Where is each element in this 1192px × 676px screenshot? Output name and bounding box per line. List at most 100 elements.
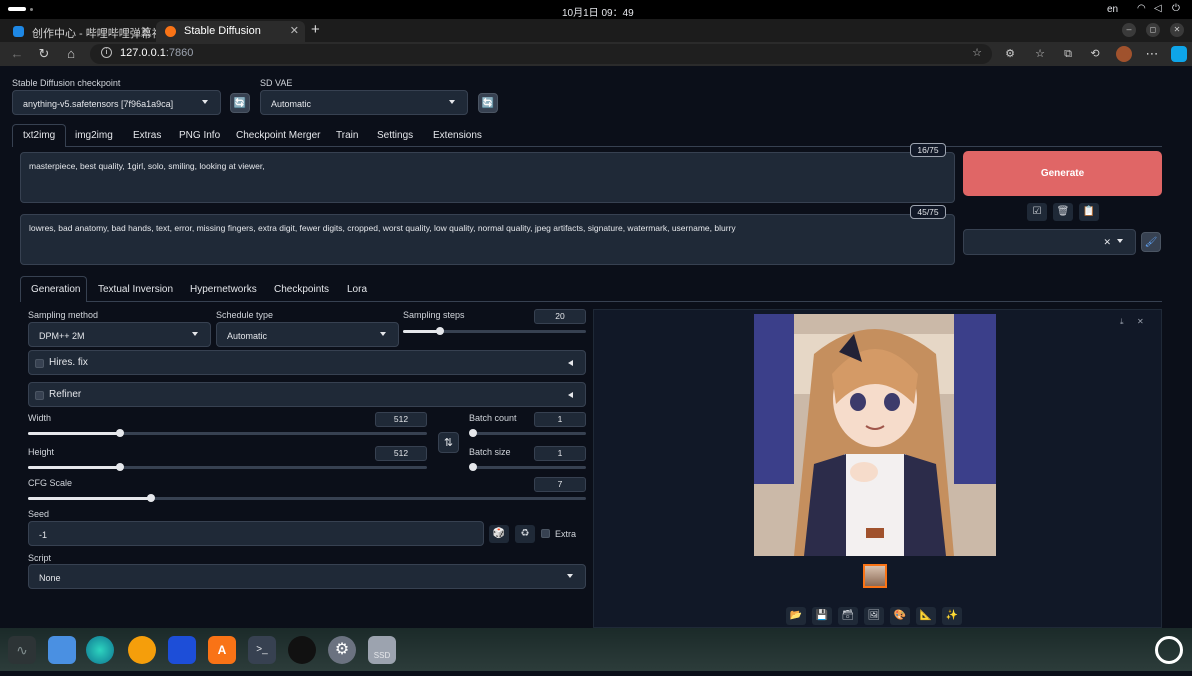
window-close-icon[interactable]: ✕ <box>1170 23 1184 37</box>
batch-count-slider[interactable] <box>469 429 586 437</box>
rhythmbox-icon[interactable] <box>128 636 156 664</box>
clock[interactable]: 10月1日 09：49 <box>562 4 634 19</box>
power-icon[interactable]: ⏻ <box>1172 3 1180 14</box>
tab-checkpoint-merger[interactable]: Checkpoint Merger <box>236 130 320 141</box>
trash-icon[interactable]: 🗑 <box>1053 203 1073 221</box>
system-monitor-icon[interactable]: ∿ <box>8 636 36 664</box>
tab-textual-inversion[interactable]: Textual Inversion <box>98 284 173 295</box>
history-icon[interactable]: ⟲ <box>1086 45 1104 63</box>
script-dropdown[interactable]: None <box>28 564 586 589</box>
collections-icon[interactable]: ⧉ <box>1059 45 1077 63</box>
home-icon[interactable]: ⌂ <box>62 45 80 63</box>
activities-indicator[interactable] <box>8 7 26 11</box>
qq-penguin-icon[interactable] <box>288 636 316 664</box>
batch-size-slider[interactable] <box>469 463 586 471</box>
tab-stable-diffusion[interactable]: Stable Diffusion ✕ <box>156 21 305 42</box>
prompt-input[interactable]: masterpiece, best quality, 1girl, solo, … <box>20 152 955 203</box>
tab-png-info[interactable]: PNG Info <box>179 130 220 141</box>
schedule-type-dropdown[interactable]: Automatic <box>216 322 399 347</box>
writer-icon[interactable] <box>168 636 196 664</box>
tab-extras[interactable]: Extras <box>133 130 161 141</box>
random-seed-dice-icon[interactable]: 🎲 <box>489 525 509 543</box>
send-to-inpaint-icon[interactable]: 🎨 <box>890 607 910 625</box>
tab-lora[interactable]: Lora <box>347 284 367 295</box>
sampling-method-dropdown[interactable]: DPM++ 2M <box>28 322 211 347</box>
reload-icon[interactable]: ↻ <box>35 45 53 63</box>
generate-button[interactable]: Generate <box>963 151 1162 196</box>
generated-image[interactable] <box>754 314 996 556</box>
reuse-seed-recycle-icon[interactable]: ♻ <box>515 525 535 543</box>
tab-txt2img[interactable]: txt2img <box>23 130 55 141</box>
back-icon[interactable]: ← <box>8 45 26 63</box>
open-folder-icon[interactable]: 📂 <box>786 607 806 625</box>
batch-size-input[interactable]: 1 <box>534 446 586 461</box>
tab-settings[interactable]: Settings <box>377 130 413 141</box>
slider-handle[interactable] <box>469 429 477 437</box>
close-icon[interactable]: ✕ <box>141 24 150 37</box>
terminal-icon[interactable]: >_ <box>248 636 276 664</box>
maximize-icon[interactable]: ◻ <box>1146 23 1160 37</box>
send-to-img2img-icon[interactable]: 🖼 <box>864 607 884 625</box>
volume-icon[interactable]: ◁ <box>1154 3 1162 14</box>
height-slider[interactable] <box>28 463 427 471</box>
upscale-sparkle-icon[interactable]: ✨ <box>942 607 962 625</box>
cfg-scale-input[interactable]: 7 <box>534 477 586 492</box>
slider-handle[interactable] <box>146 494 155 502</box>
save-icon[interactable]: 💾 <box>812 607 832 625</box>
app-center-icon[interactable]: A <box>208 636 236 664</box>
ssd-drive-icon[interactable]: SSD <box>368 636 396 664</box>
vae-dropdown[interactable]: Automatic <box>260 90 468 115</box>
slider-handle[interactable] <box>435 327 444 335</box>
tab-img2img[interactable]: img2img <box>75 130 113 141</box>
checkpoint-dropdown[interactable]: anything-v5.safetensors [7f96a1a9ca] <box>12 90 221 115</box>
read-params-icon[interactable]: ☑ <box>1027 203 1047 221</box>
negative-prompt-input[interactable]: lowres, bad anatomy, bad hands, text, er… <box>20 214 955 265</box>
new-tab-button[interactable]: + <box>311 21 320 38</box>
profile-avatar[interactable] <box>1116 46 1132 62</box>
refresh-checkpoint-button[interactable]: 🔄 <box>230 93 250 113</box>
copilot-icon[interactable] <box>1171 46 1187 62</box>
height-input[interactable]: 512 <box>375 446 427 461</box>
files-icon[interactable] <box>48 636 76 664</box>
slider-handle[interactable] <box>469 463 477 471</box>
favorite-star-icon[interactable]: ☆ <box>972 46 982 59</box>
slider-handle[interactable] <box>115 429 124 437</box>
width-slider[interactable] <box>28 429 427 437</box>
address-field[interactable]: i 127.0.0.1:7860 ☆ <box>90 44 992 64</box>
tab-checkpoints[interactable]: Checkpoints <box>274 284 329 295</box>
tab-train[interactable]: Train <box>336 130 358 141</box>
wifi-icon[interactable]: ◠ <box>1137 3 1146 14</box>
swap-dimensions-button[interactable]: ⇅ <box>438 432 459 453</box>
close-icon[interactable]: ✕ <box>290 24 299 37</box>
clear-icon[interactable]: ✕ <box>1103 237 1111 248</box>
styles-dropdown[interactable]: ✕ <box>963 229 1136 255</box>
edit-styles-brush-icon[interactable]: 🖌 <box>1141 232 1161 252</box>
image-thumbnail[interactable] <box>863 564 887 588</box>
tab-extensions[interactable]: Extensions <box>433 130 482 141</box>
hires-fix-accordion[interactable]: Hires. fix <box>28 350 586 375</box>
info-icon[interactable]: i <box>101 47 112 58</box>
tab-generation[interactable]: Generation <box>31 284 80 295</box>
sampling-steps-input[interactable]: 20 <box>534 309 586 324</box>
settings-gear-icon[interactable]: ⚙ <box>328 636 356 664</box>
clipboard-icon[interactable]: 📋 <box>1079 203 1099 221</box>
more-icon[interactable]: ⋯ <box>1143 45 1161 63</box>
edge-browser-icon[interactable] <box>86 636 114 664</box>
send-to-extras-icon[interactable]: 📐 <box>916 607 936 625</box>
favorites-icon[interactable]: ☆ <box>1031 45 1049 63</box>
refiner-accordion[interactable]: Refiner <box>28 382 586 407</box>
refresh-vae-button[interactable]: 🔄 <box>478 93 498 113</box>
show-apps-icon[interactable] <box>1155 636 1183 664</box>
language-indicator[interactable]: en <box>1107 4 1118 15</box>
minimize-icon[interactable]: – <box>1122 23 1136 37</box>
extensions-icon[interactable]: ⚙ <box>1001 45 1019 63</box>
tab-hypernetworks[interactable]: Hypernetworks <box>190 284 257 295</box>
hires-fix-checkbox[interactable] <box>35 359 44 368</box>
width-input[interactable]: 512 <box>375 412 427 427</box>
cfg-scale-slider[interactable] <box>28 494 586 502</box>
refiner-checkbox[interactable] <box>35 391 44 400</box>
extra-seed-checkbox[interactable] <box>541 529 550 538</box>
tab-bilibili[interactable]: 创作中心 - 哔哩哔哩弹幕视 ✕ <box>4 21 156 42</box>
slider-handle[interactable] <box>115 463 124 471</box>
download-icon[interactable]: ⤓ <box>1120 317 1124 327</box>
